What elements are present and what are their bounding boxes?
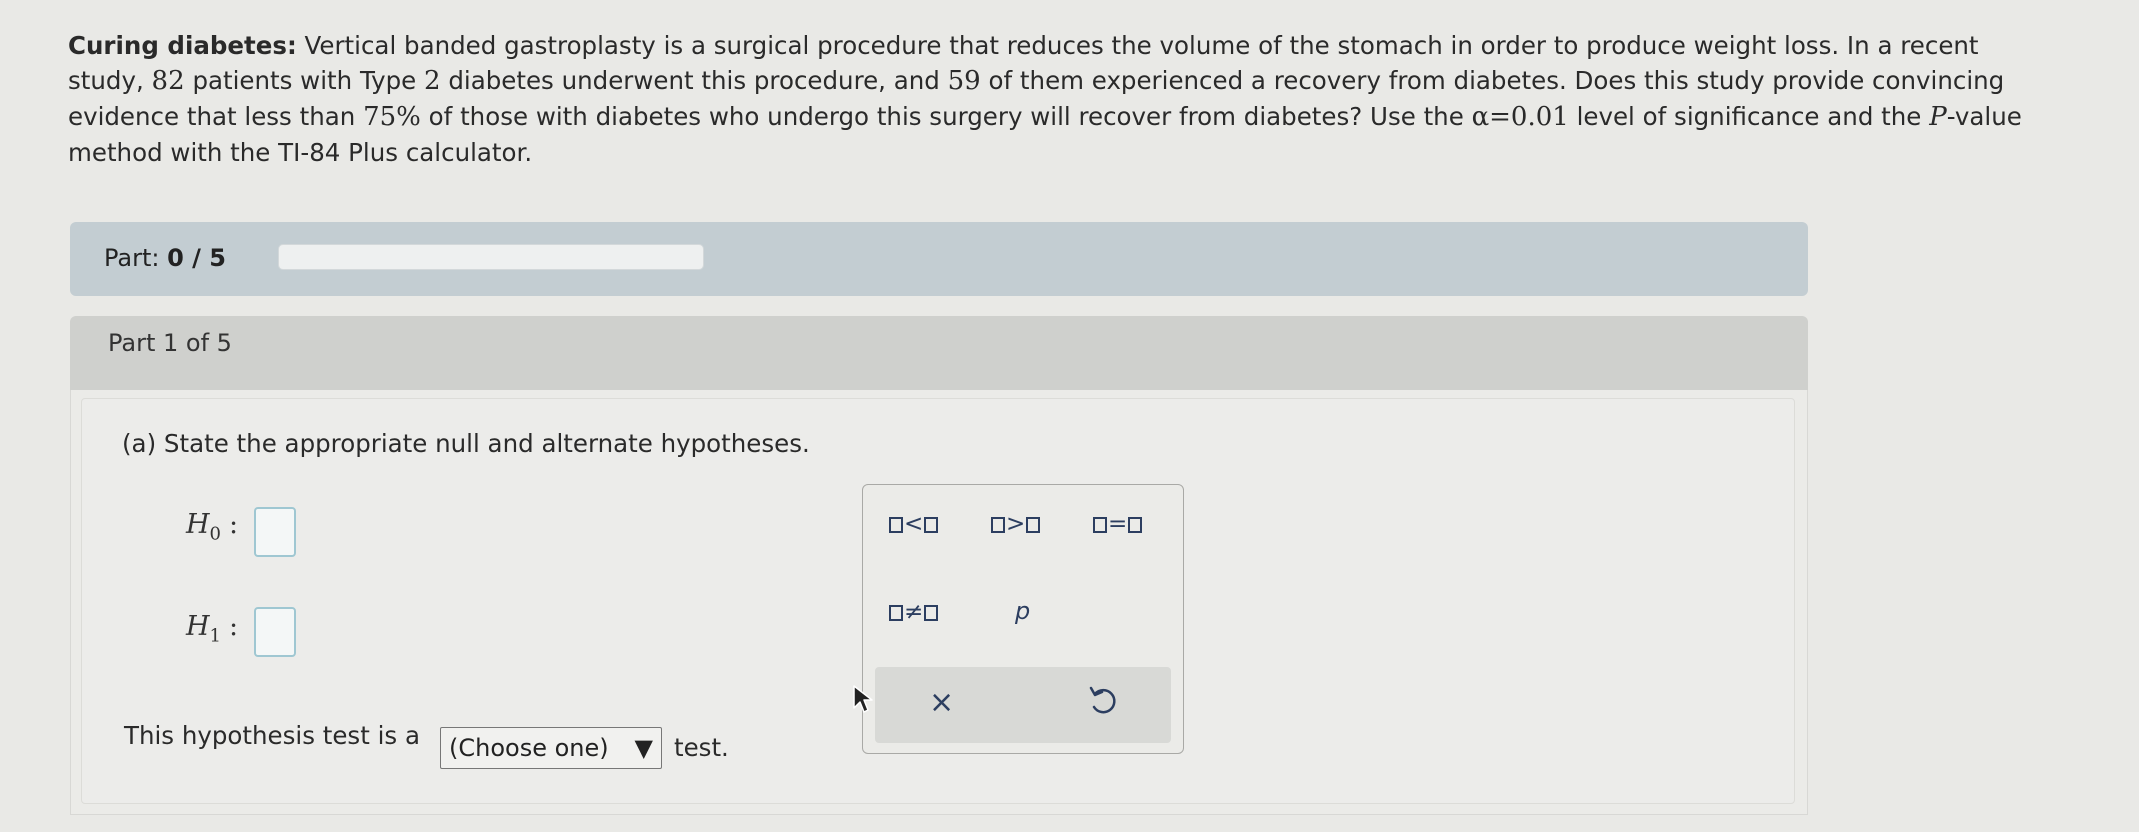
question-text: (a) State the appropriate null and alter… (122, 429, 810, 458)
box-placeholder-icon (889, 517, 903, 533)
problem-line-3: evidence that less than 75% of those wit… (68, 102, 2022, 132)
test-type-select-value: (Choose one) (449, 734, 609, 762)
clear-icon[interactable]: × (929, 685, 954, 720)
test-type-suffix: test. (674, 733, 729, 762)
palette-actions: × (875, 667, 1171, 743)
box-placeholder-icon (889, 605, 903, 621)
test-type-select[interactable]: (Choose one) ▼ (440, 727, 662, 769)
box-placeholder-icon (1093, 517, 1107, 533)
problem-title: Curing diabetes: (68, 31, 297, 60)
h0-input[interactable] (254, 507, 296, 557)
part-header: Part 1 of 5 (70, 316, 1808, 390)
box-placeholder-icon (1128, 517, 1143, 533)
box-placeholder-icon (991, 517, 1005, 533)
dropdown-arrow-icon: ▼ (634, 734, 653, 762)
equals-button[interactable]: = (1093, 511, 1143, 537)
greater-than-button[interactable]: > (991, 511, 1041, 537)
progress-track (278, 244, 704, 270)
part-header-label: Part 1 of 5 (108, 329, 232, 357)
problem-line-4: method with the TI-84 Plus calculator. (68, 138, 533, 167)
box-placeholder-icon (924, 605, 939, 621)
problem-line-1: Curing diabetes: Vertical banded gastrop… (68, 31, 1979, 60)
not-equal-button[interactable]: ≠ (889, 599, 939, 625)
p-button[interactable]: p (1015, 597, 1030, 625)
h1-label: H1: (186, 611, 239, 647)
mouse-cursor-icon (853, 685, 873, 713)
h1-input[interactable] (254, 607, 296, 657)
problem-line-2: study, 82 patients with Type 2 diabetes … (68, 66, 2005, 96)
undo-icon[interactable] (1085, 683, 1121, 723)
box-placeholder-icon (1026, 517, 1041, 533)
less-than-button[interactable]: < (889, 511, 939, 537)
math-palette: < > = ≠ p × (862, 484, 1184, 754)
problem-statement: Curing diabetes: Vertical banded gastrop… (68, 28, 2068, 170)
box-placeholder-icon (924, 517, 939, 533)
h0-label: H0: (186, 509, 239, 545)
part-progress-bar: Part: 0 / 5 (70, 222, 1808, 296)
progress-label: Part: 0 / 5 (104, 244, 226, 272)
test-type-prefix: This hypothesis test is a (124, 721, 420, 750)
